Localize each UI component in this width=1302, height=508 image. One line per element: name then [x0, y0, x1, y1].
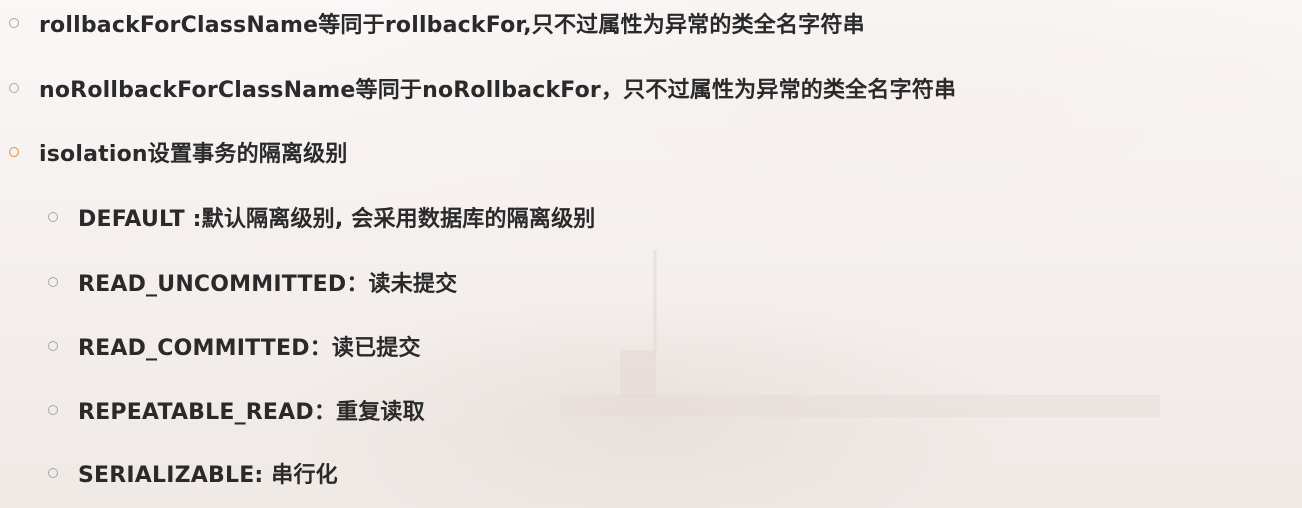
- bullet-circle-icon: [48, 341, 58, 351]
- list-item-text: READ_COMMITTED：读已提交: [78, 336, 421, 361]
- bullet-circle-icon: [48, 212, 58, 222]
- list-item-text: READ_UNCOMMITTED：读未提交: [78, 272, 458, 297]
- list-item: READ_COMMITTED：读已提交: [0, 326, 421, 366]
- list-item-text: isolation设置事务的隔离级别: [39, 142, 348, 167]
- list-item: REPEATABLE_READ：重复读取: [0, 390, 425, 430]
- bullet-circle-icon: [9, 18, 19, 28]
- bullet-circle-icon: [9, 83, 19, 93]
- list-item: rollbackForClassName等同于rollbackFor,只不过属性…: [0, 3, 865, 43]
- bullet-circle-icon: [48, 277, 58, 287]
- list-item: noRollbackForClassName等同于noRollbackFor，只…: [0, 68, 956, 108]
- bullet-circle-icon: [48, 468, 58, 478]
- list-item-text: SERIALIZABLE: 串行化: [78, 463, 338, 488]
- bullet-circle-icon: [9, 147, 19, 157]
- bullet-circle-icon: [48, 405, 58, 415]
- list-item: READ_UNCOMMITTED：读未提交: [0, 262, 457, 302]
- list-item-text: rollbackForClassName等同于rollbackFor,只不过属性…: [39, 13, 865, 38]
- list-item-text: DEFAULT :默认隔离级别, 会采用数据库的隔离级别: [78, 207, 596, 232]
- list-item: SERIALIZABLE: 串行化: [0, 453, 338, 493]
- list-item-text: noRollbackForClassName等同于noRollbackFor，只…: [39, 78, 957, 103]
- list-item: isolation设置事务的隔离级别: [0, 132, 348, 172]
- list-item-text: REPEATABLE_READ：重复读取: [78, 400, 425, 425]
- list-item: DEFAULT :默认隔离级别, 会采用数据库的隔离级别: [0, 197, 595, 237]
